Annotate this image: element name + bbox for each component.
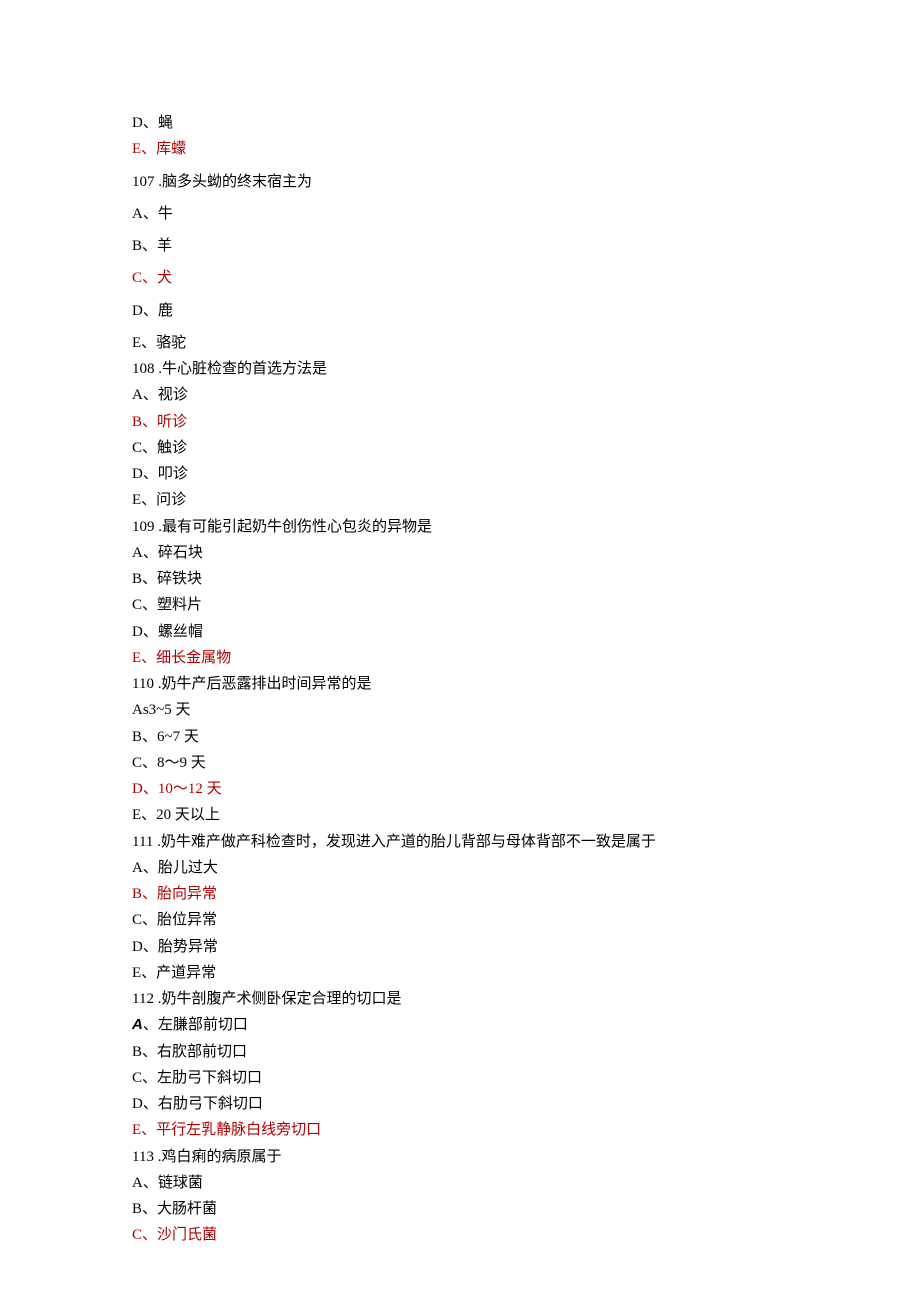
text-line: B、大肠杆菌 [132,1196,920,1222]
text-line: B、右肷部前切口 [132,1039,920,1065]
text-line: 108 .牛心脏检查的首选方法是 [132,356,920,382]
text-line: 107 .脑多头蚴的终末宿主为 [132,169,920,195]
text-line: A、胎儿过大 [132,855,920,881]
text-line: C、胎位异常 [132,907,920,933]
text-line: 112 .奶牛剖腹产术侧卧保定合理的切口是 [132,986,920,1012]
option-letter: A [132,1016,143,1033]
text-line: A、碎石块 [132,540,920,566]
text-line: A、牛 [132,201,920,227]
text-line: E、细长金属物 [132,645,920,671]
text-line: A、链球菌 [132,1170,920,1196]
text-line: C、左肋弓下斜切口 [132,1065,920,1091]
text-line: A、视诊 [132,382,920,408]
text-line: D、胎势异常 [132,934,920,960]
text-line: B、羊 [132,233,920,259]
text-line: B、6~7 天 [132,724,920,750]
text-line: E、平行左乳静脉白线旁切口 [132,1117,920,1143]
text-line: 113 .鸡白痢的病原属于 [132,1144,920,1170]
text-line: B、听诊 [132,409,920,435]
text-line: D、叩诊 [132,461,920,487]
text-line: C、触诊 [132,435,920,461]
text-line: As3~5 天 [132,697,920,723]
text-line: C、塑料片 [132,592,920,618]
text-line: E、库蠓 [132,136,920,162]
text-line: 109 .最有可能引起奶牛创伤性心包炎的异物是 [132,514,920,540]
text-line: C、犬 [132,265,920,291]
text-line: E、产道异常 [132,960,920,986]
text-line: D、蝇 [132,110,920,136]
document-body: D、蝇E、库蠓107 .脑多头蚴的终末宿主为A、牛B、羊C、犬D、鹿E、骆驼10… [132,110,920,1249]
text-line: E、20 天以上 [132,802,920,828]
text-line: D、鹿 [132,298,920,324]
text-line: C、8～9 天 [132,750,920,776]
text-line: B、胎向异常 [132,881,920,907]
text-line: 111 .奶牛难产做产科检查时，发现进入产道的胎儿背部与母体背部不一致是属于 [132,829,920,855]
text-line: E、问诊 [132,487,920,513]
text-line: D、10～12 天 [132,776,920,802]
text-line: B、碎铁块 [132,566,920,592]
text-line: E、骆驼 [132,330,920,356]
text-line: C、沙门氏菌 [132,1222,920,1248]
text-line: D、螺丝帽 [132,619,920,645]
text-line: 110 .奶牛产后恶露排出时间异常的是 [132,671,920,697]
text-line: D、右肋弓下斜切口 [132,1091,920,1117]
text-line: A、左膁部前切口 [132,1012,920,1038]
